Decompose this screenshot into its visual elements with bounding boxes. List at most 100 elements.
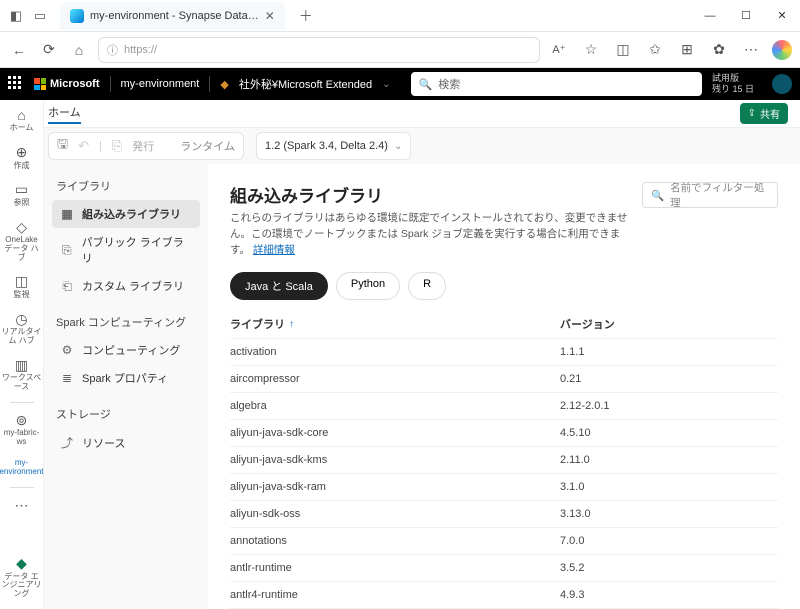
browser-tab[interactable]: my-environment - Synapse Data… ✕ (60, 2, 285, 30)
column-library[interactable]: ライブラリ ↑ (230, 316, 560, 332)
copilot-icon[interactable] (772, 40, 792, 60)
new-tab-button[interactable]: ＋ (293, 6, 319, 26)
column-version[interactable]: バージョン (560, 316, 778, 332)
avatar[interactable] (772, 74, 792, 94)
more-icon[interactable]: ⋯ (740, 39, 762, 61)
table-row[interactable]: aliyun-sdk-oss3.13.0 (230, 500, 778, 527)
sidebar-item[interactable]: ≣ Spark プロパティ (52, 364, 200, 392)
home-button[interactable]: ⌂ (68, 39, 90, 61)
table-row[interactable]: activation1.1.1 (230, 338, 778, 365)
read-aloud-icon[interactable]: A⁺ (548, 39, 570, 61)
cell-version: 3.13.0 (560, 508, 778, 520)
rail-label: my-environment (0, 459, 44, 477)
lock-icon: ⓘ (107, 42, 118, 58)
cell-library: aliyun-sdk-oss (230, 508, 560, 520)
sensitivity-label[interactable]: 社外秘¥Microsoft Extended (239, 76, 372, 92)
back-button[interactable]: ← (8, 39, 30, 61)
favorites-bar-icon[interactable]: ✩ (644, 39, 666, 61)
address-bar[interactable]: ⓘ https:// (98, 37, 540, 63)
table-row[interactable]: antlr4-runtime4.9.3 (230, 581, 778, 608)
persona-label: データ エンジニアリング (2, 573, 42, 599)
table-row[interactable]: aliyun-java-sdk-ram3.1.0 (230, 473, 778, 500)
sidebar-item-icon: ≣ (60, 371, 74, 385)
ms-header: Microsoft my-environment ◆ 社外秘¥Microsoft… (0, 68, 800, 100)
language-pill[interactable]: R (408, 272, 446, 300)
app-launcher-icon[interactable] (8, 76, 24, 92)
language-pill[interactable]: Java と Scala (230, 272, 328, 300)
share-button[interactable]: ⇪ 共有 (740, 103, 788, 124)
undo-icon[interactable]: ↶ (78, 138, 89, 154)
rail-item[interactable]: ⊚my-fabric-ws (2, 409, 42, 451)
split-icon[interactable]: ◫ (612, 39, 634, 61)
sidebar-item-label: パブリック ライブラリ (82, 234, 192, 266)
rail-item[interactable]: ▭参照 (2, 178, 42, 211)
sidebar-item[interactable]: ⤴リソース (52, 428, 200, 457)
rail-label: my-fabric-ws (2, 429, 42, 447)
sidebar-item[interactable]: ⚙コンピューティング (52, 336, 200, 364)
sidebar-heading: ライブラリ (52, 178, 200, 194)
rail-item[interactable]: ▥ワークスペース (2, 354, 42, 396)
sidebar-heading: Spark コンピューティング (52, 314, 200, 330)
extensions-icon[interactable]: ✿ (708, 39, 730, 61)
tab-title: my-environment - Synapse Data… (90, 10, 259, 22)
collections-icon[interactable]: ⊞ (676, 39, 698, 61)
sensitivity-icon: ◆ (220, 78, 228, 91)
runtime-selector[interactable]: 1.2 (Spark 3.4, Delta 2.4) ⌄ (256, 132, 411, 160)
tabs-icon[interactable]: ▭ (32, 8, 48, 24)
favorite-icon[interactable]: ☆ (580, 39, 602, 61)
rail-icon: ⊚ (16, 413, 28, 428)
table-row[interactable]: aliyun-java-sdk-kms2.11.0 (230, 446, 778, 473)
rail-item[interactable]: ◫監視 (2, 270, 42, 303)
cell-version: 1.1.1 (560, 346, 778, 358)
rail-item[interactable]: my-environment (2, 454, 42, 481)
table-row[interactable]: antlr-runtime3.5.2 (230, 554, 778, 581)
publish-icon[interactable]: ⎘ (112, 138, 122, 154)
filter-placeholder: 名前でフィルター処理 (670, 180, 769, 210)
close-window-button[interactable]: ✕ (764, 0, 800, 32)
chevron-down-icon[interactable]: ⌄ (382, 79, 390, 90)
search-icon: 🔍 (419, 78, 433, 91)
rail-item[interactable]: ◷リアルタイム ハブ (2, 308, 42, 350)
rail-persona[interactable]: ◆データ エンジニアリング (2, 552, 42, 603)
refresh-button[interactable]: ⟳ (38, 39, 60, 61)
chevron-down-icon: ⌄ (394, 141, 402, 152)
close-icon[interactable]: ✕ (265, 9, 275, 23)
table-row[interactable]: annotations7.0.0 (230, 527, 778, 554)
rail-label: 監視 (14, 291, 30, 300)
table-row[interactable]: algebra2.12-2.0.1 (230, 392, 778, 419)
runtime-label: ランタイム (180, 138, 235, 154)
rail-item[interactable]: ◇OneLake データ ハブ (2, 216, 42, 267)
cell-version: 4.5.10 (560, 427, 778, 439)
ms-logo[interactable]: Microsoft (34, 78, 100, 90)
publish-button[interactable]: 発行 (132, 138, 154, 154)
table-row[interactable]: aliyun-java-sdk-core4.5.10 (230, 419, 778, 446)
table-row[interactable]: aircompressor0.21 (230, 365, 778, 392)
sidebar-item[interactable]: ▦組み込みライブラリ (52, 200, 200, 228)
rail-label: ワークスペース (2, 374, 42, 392)
rail-item[interactable]: ⊕作成 (2, 141, 42, 174)
cell-version: 2.11.0 (560, 454, 778, 466)
sidebar-item-label: Spark プロパティ (82, 370, 168, 386)
cell-library: aliyun-java-sdk-kms (230, 454, 560, 466)
content-pane: 組み込みライブラリ これらのライブラリはあらゆる環境に既定でインストールされてお… (208, 164, 800, 609)
rail-icon: ▭ (15, 182, 28, 197)
profile-icon[interactable]: ◧ (8, 8, 24, 24)
language-pill[interactable]: Python (336, 272, 400, 300)
rail-item[interactable]: ⌂ホーム (2, 104, 42, 137)
rail-item[interactable]: ⋯ (2, 494, 42, 518)
learn-more-link[interactable]: 詳細情報 (253, 244, 295, 256)
sidebar-item[interactable]: ⎘ パブリック ライブラリ (52, 228, 200, 272)
rail-label: ホーム (10, 124, 34, 133)
filter-input[interactable]: 🔍 名前でフィルター処理 (642, 182, 778, 208)
sidebar-item[interactable]: ⎗カスタム ライブラリ (52, 272, 200, 300)
environment-name[interactable]: my-environment (121, 78, 200, 90)
sidebar-item-icon: ⎘ (60, 243, 74, 258)
browser-toolbar: ← ⟳ ⌂ ⓘ https:// A⁺ ☆ ◫ ✩ ⊞ ✿ ⋯ (0, 32, 800, 68)
global-search[interactable]: 🔍 検索 (411, 72, 702, 96)
maximize-button[interactable]: ☐ (728, 0, 764, 32)
save-icon[interactable]: 🖫 (57, 135, 68, 157)
minimize-button[interactable]: — (692, 0, 728, 32)
cell-version: 0.21 (560, 373, 778, 385)
trial-status[interactable]: 試用版 残り 15 日 (712, 73, 754, 95)
breadcrumb-home[interactable]: ホーム (48, 104, 81, 124)
